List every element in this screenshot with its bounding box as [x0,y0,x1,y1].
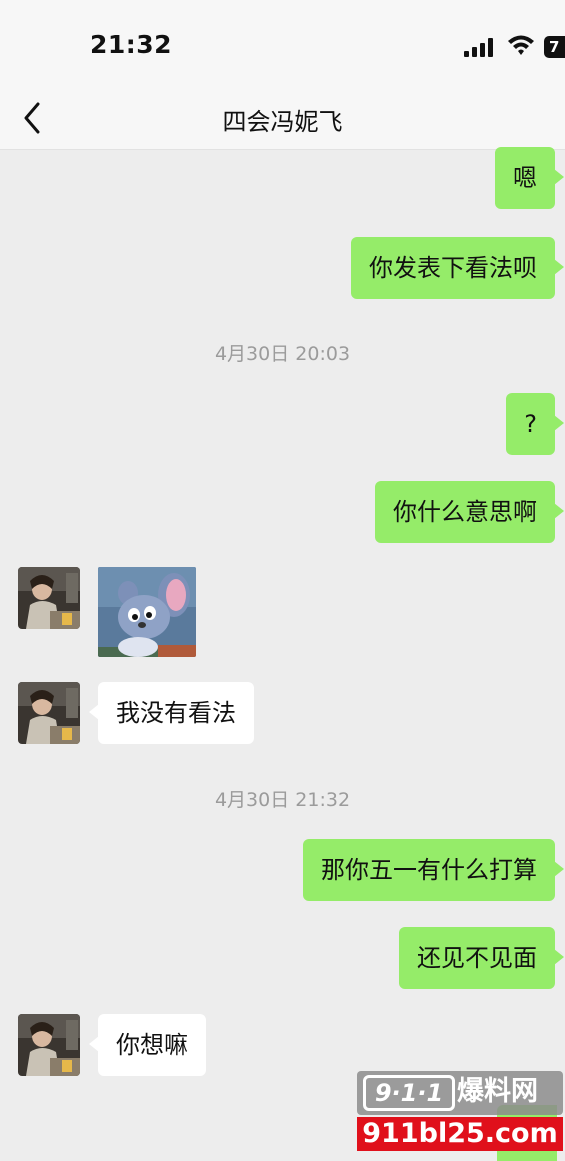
message-timestamp: 4月30日 21:32 [214,789,351,811]
battery-icon: 7 [544,36,565,58]
status-bar: 21:32 7 [0,0,565,90]
contact-avatar[interactable] [18,682,80,744]
cellular-signal-icon [464,37,494,57]
message-bubble-outgoing[interactable]: 嗯 [495,147,564,209]
message-bubble-outgoing[interactable]: 还见不见面 [399,927,564,989]
message-bubble-outgoing[interactable]: 那你五一有什么打算 [303,839,564,901]
watermark-brand: 爆料网 [457,1076,538,1107]
message-timestamp: 4月30日 20:03 [214,343,351,365]
contact-avatar[interactable] [18,1014,80,1076]
chat-message-list[interactable]: 嗯 你发表下看法呗 4月30日 20:03 ? 你什么意思啊 我没有看法 4月3… [0,147,565,1161]
status-time: 21:32 [90,30,173,59]
message-bubble-outgoing[interactable]: 你什么意思啊 [375,481,564,543]
mouse-sticker-icon [98,567,196,657]
message-bubble-outgoing[interactable]: ? [506,393,564,455]
wifi-icon [508,35,534,55]
message-bubble-incoming[interactable]: 我没有看法 [89,682,254,744]
sticker-message[interactable] [98,567,196,657]
message-bubble-incoming[interactable]: 你想嘛 [89,1014,206,1076]
watermark-domain: 911bl25.com [357,1117,563,1151]
watermark-banner: 9·1·1 爆料网 [357,1071,563,1115]
chat-title: 四会冯妮飞 [222,108,343,136]
nav-bar: 四会冯妮飞 [0,90,565,150]
message-bubble-outgoing[interactable]: 你发表下看法呗 [351,237,564,299]
contact-avatar[interactable] [18,567,80,629]
watermark: 9·1·1 爆料网 911bl25.com [357,1071,563,1151]
watermark-logo: 9·1·1 [363,1075,455,1111]
